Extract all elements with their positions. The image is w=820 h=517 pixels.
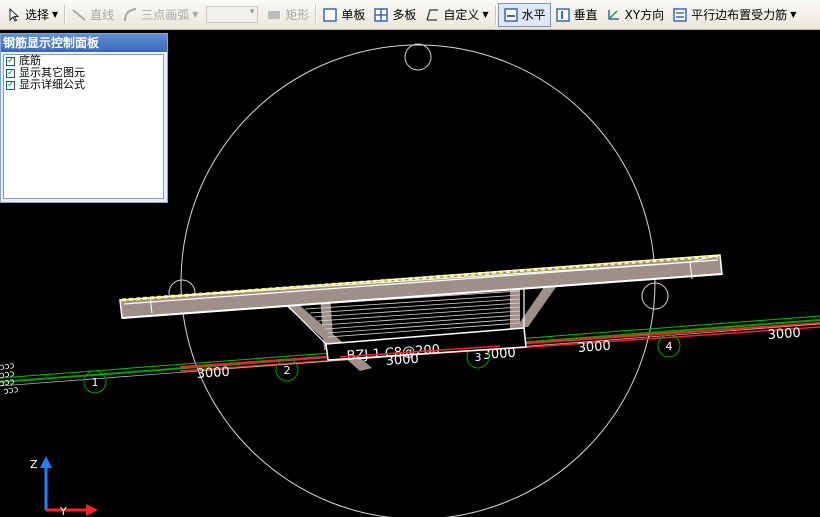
dim-label: 3000	[196, 365, 230, 382]
svg-text:ↄↄↄ: ↄↄↄ	[3, 385, 19, 397]
rotation-handle-top[interactable]	[404, 43, 432, 71]
axis-y-label: Y	[59, 505, 67, 517]
option-label: 显示详细公式	[19, 78, 85, 91]
panel-options-list: 底筋 显示其它图元 显示详细公式	[3, 54, 164, 199]
grid-axis-label-1: 1	[92, 376, 99, 389]
dim-label: 3000	[767, 326, 801, 343]
grid-axis-label-4: 4	[666, 340, 673, 353]
checkbox-checked-icon[interactable]	[6, 67, 15, 79]
rebar-display-control-panel[interactable]: 钢筋显示控制面板 底筋 显示其它图元 显示详细公式	[0, 33, 168, 203]
grid-axis-label-3: 3	[475, 351, 482, 364]
option-show-detailed-formula[interactable]: 显示详细公式	[6, 79, 163, 91]
dim-label: 3000	[577, 339, 611, 356]
panel-title: 钢筋显示控制面板	[1, 34, 167, 52]
axis-z-label: Z	[30, 458, 38, 471]
checkbox-checked-icon[interactable]	[6, 55, 15, 67]
top-slab[interactable]	[119, 254, 723, 319]
left-dim-stack: ↄↄↄ ↄↄↄ ↄↄↄ ↄↄↄ	[0, 361, 19, 397]
grid-axis-label-2: 2	[284, 364, 291, 377]
checkbox-checked-icon[interactable]	[6, 79, 15, 91]
coordinate-axes-icon: Z Y	[30, 456, 98, 517]
